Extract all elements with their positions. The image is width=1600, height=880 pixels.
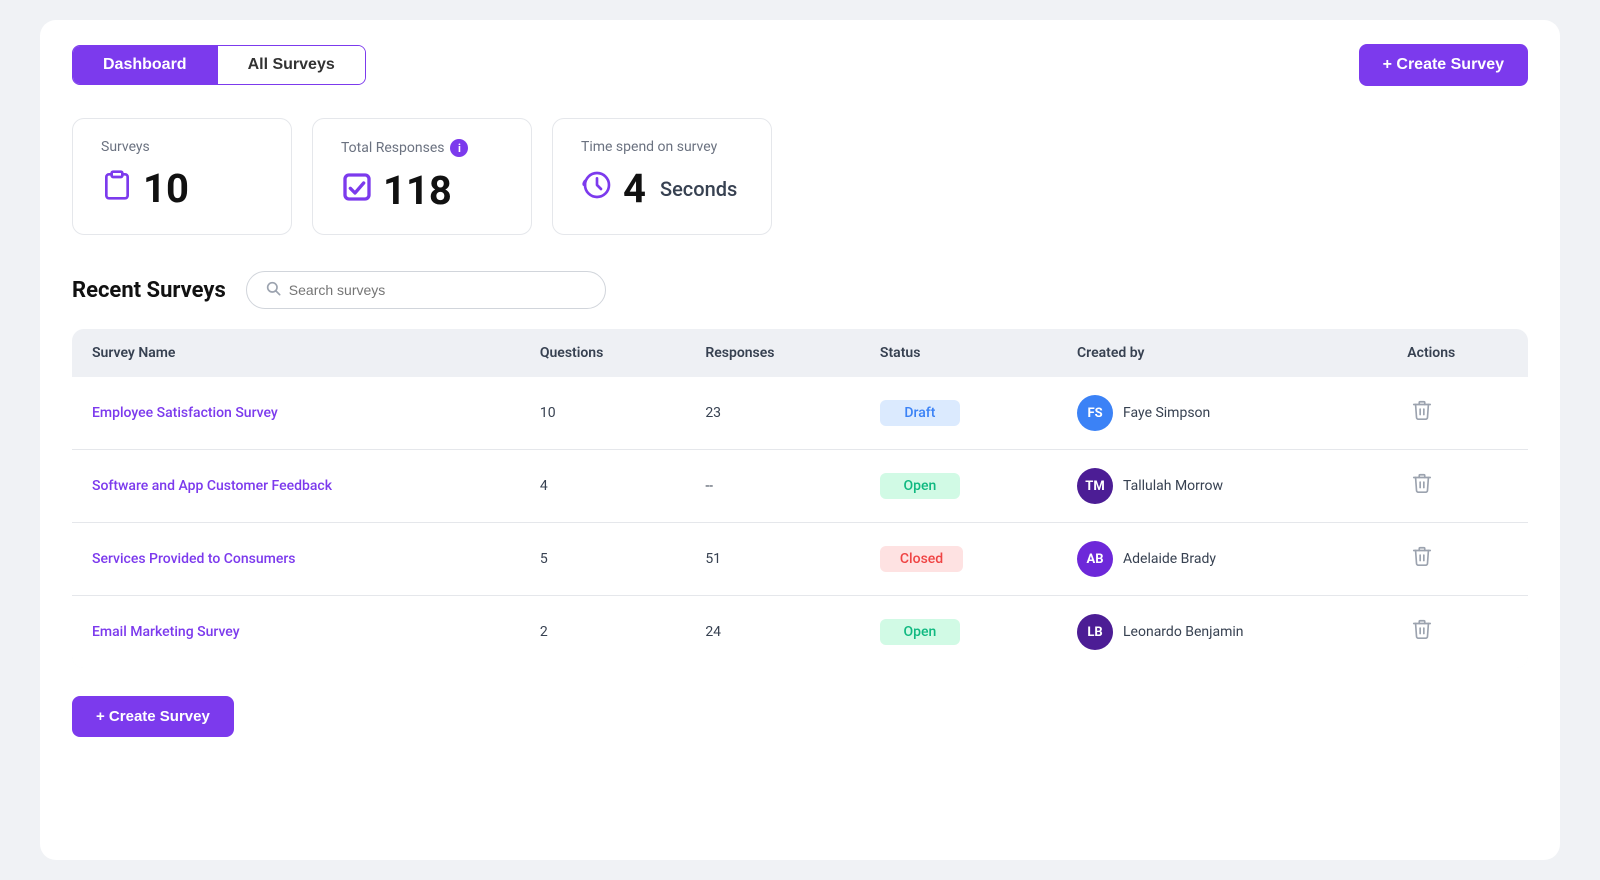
tab-dashboard[interactable]: Dashboard (73, 46, 217, 84)
search-icon (265, 280, 281, 300)
recent-surveys-title: Recent Surveys (72, 278, 226, 303)
cell-survey-name: Software and App Customer Feedback (72, 450, 520, 523)
search-input[interactable] (289, 282, 587, 298)
col-status: Status (860, 329, 1057, 377)
bottom-actions: + Create Survey (72, 696, 1528, 737)
cell-responses: 24 (685, 596, 860, 669)
stat-unit-time: Seconds (660, 177, 737, 201)
table-row: Services Provided to Consumers 5 51 Clos… (72, 523, 1528, 596)
status-badge: Open (880, 619, 960, 645)
cell-responses: -- (685, 450, 860, 523)
col-responses: Responses (685, 329, 860, 377)
avatar: LB (1077, 614, 1113, 650)
survey-name-link[interactable]: Software and App Customer Feedback (92, 478, 332, 494)
cell-status: Open (860, 596, 1057, 669)
delete-button[interactable] (1407, 541, 1437, 577)
cell-survey-name: Employee Satisfaction Survey (72, 377, 520, 450)
info-icon[interactable]: i (450, 139, 468, 157)
stat-number-responses: 118 (383, 167, 452, 214)
search-box[interactable] (246, 271, 606, 309)
stat-label-responses: Total Responses i (341, 139, 503, 157)
survey-name-link[interactable]: Services Provided to Consumers (92, 551, 296, 567)
clipboard-icon (101, 169, 133, 208)
avatar: FS (1077, 395, 1113, 431)
cell-survey-name: Email Marketing Survey (72, 596, 520, 669)
cell-questions: 5 (520, 523, 685, 596)
stat-card-time: Time spend on survey 4 Seconds (552, 118, 772, 235)
cell-survey-name: Services Provided to Consumers (72, 523, 520, 596)
col-questions: Questions (520, 329, 685, 377)
cell-status: Closed (860, 523, 1057, 596)
clock-icon (581, 169, 613, 208)
cell-questions: 4 (520, 450, 685, 523)
cell-responses: 51 (685, 523, 860, 596)
check-icon (341, 171, 373, 210)
creator-name: Leonardo Benjamin (1123, 624, 1244, 640)
creator-cell: TM Tallulah Morrow (1077, 468, 1367, 504)
col-survey-name: Survey Name (72, 329, 520, 377)
stat-number-time: 4 (623, 165, 646, 212)
cell-actions (1387, 377, 1528, 450)
status-badge: Draft (880, 400, 960, 426)
cell-status: Draft (860, 377, 1057, 450)
avatar: TM (1077, 468, 1113, 504)
cell-actions (1387, 596, 1528, 669)
table-row: Email Marketing Survey 2 24 Open LB Leon… (72, 596, 1528, 669)
create-survey-bottom-button[interactable]: + Create Survey (72, 696, 234, 737)
avatar: AB (1077, 541, 1113, 577)
status-badge: Closed (880, 546, 963, 572)
survey-name-link[interactable]: Email Marketing Survey (92, 624, 240, 640)
create-survey-button[interactable]: + Create Survey (1359, 44, 1528, 86)
creator-cell: AB Adelaide Brady (1077, 541, 1367, 577)
table-row: Employee Satisfaction Survey 10 23 Draft… (72, 377, 1528, 450)
table-row: Software and App Customer Feedback 4 -- … (72, 450, 1528, 523)
cell-creator: FS Faye Simpson (1057, 377, 1387, 450)
recent-surveys-header: Recent Surveys (72, 271, 1528, 309)
cell-questions: 10 (520, 377, 685, 450)
table-header-row: Survey Name Questions Responses Status C… (72, 329, 1528, 377)
cell-actions (1387, 450, 1528, 523)
cell-responses: 23 (685, 377, 860, 450)
cell-creator: TM Tallulah Morrow (1057, 450, 1387, 523)
stat-label-time: Time spend on survey (581, 139, 743, 155)
header: Dashboard All Surveys + Create Survey (72, 44, 1528, 86)
status-badge: Open (880, 473, 960, 499)
stat-number-surveys: 10 (143, 165, 189, 212)
cell-status: Open (860, 450, 1057, 523)
stat-label-surveys: Surveys (101, 139, 263, 155)
creator-name: Tallulah Morrow (1123, 478, 1223, 494)
cell-questions: 2 (520, 596, 685, 669)
creator-name: Faye Simpson (1123, 405, 1210, 421)
delete-button[interactable] (1407, 395, 1437, 431)
stat-card-responses: Total Responses i 118 (312, 118, 532, 235)
delete-button[interactable] (1407, 468, 1437, 504)
cell-creator: AB Adelaide Brady (1057, 523, 1387, 596)
stat-value-responses: 118 (341, 167, 503, 214)
cell-creator: LB Leonardo Benjamin (1057, 596, 1387, 669)
stat-card-surveys: Surveys 10 (72, 118, 292, 235)
stat-value-time: 4 Seconds (581, 165, 743, 212)
delete-button[interactable] (1407, 614, 1437, 650)
surveys-table: Survey Name Questions Responses Status C… (72, 329, 1528, 668)
nav-tabs: Dashboard All Surveys (72, 45, 366, 85)
col-actions: Actions (1387, 329, 1528, 377)
stats-row: Surveys 10 Total Responses i (72, 118, 1528, 235)
stat-value-surveys: 10 (101, 165, 263, 212)
creator-cell: FS Faye Simpson (1077, 395, 1367, 431)
page-container: Dashboard All Surveys + Create Survey Su… (40, 20, 1560, 860)
col-created-by: Created by (1057, 329, 1387, 377)
creator-cell: LB Leonardo Benjamin (1077, 614, 1367, 650)
survey-name-link[interactable]: Employee Satisfaction Survey (92, 405, 278, 421)
creator-name: Adelaide Brady (1123, 551, 1216, 567)
cell-actions (1387, 523, 1528, 596)
tab-all-surveys[interactable]: All Surveys (217, 46, 365, 84)
